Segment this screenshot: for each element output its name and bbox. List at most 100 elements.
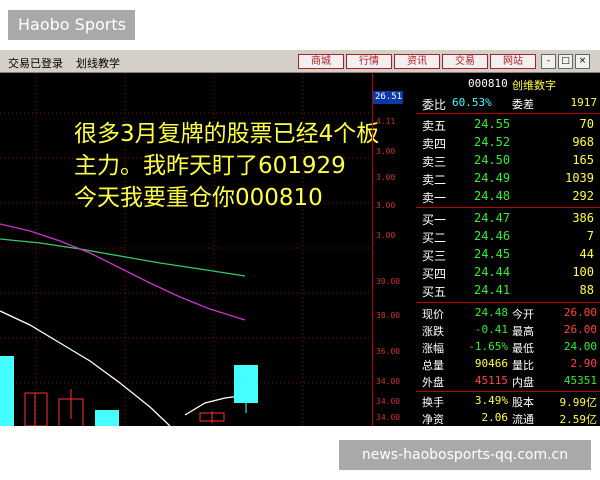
watermark-url: news-haobosports-qq.com.cn	[339, 440, 591, 470]
stat-label: 最低	[512, 342, 534, 355]
stat-label: 涨跌	[422, 325, 444, 338]
stat-row: 总量 90466 量比 2.90	[416, 356, 600, 373]
bid-label: 买一	[422, 213, 447, 227]
stat-label: 现价	[422, 308, 444, 321]
ask-price: 24.48	[474, 189, 511, 203]
stat-value: 45351	[563, 374, 597, 387]
bid-label: 买二	[422, 231, 447, 245]
bid-volume: 100	[572, 265, 594, 279]
news-button[interactable]: 资讯	[394, 54, 440, 69]
stat-value: -0.41	[474, 323, 508, 336]
stat-label: 净资	[422, 413, 444, 426]
stat-value: -1.65%	[468, 340, 508, 353]
bid-row[interactable]: 买四 24.44 100	[416, 264, 600, 282]
axis-tick-label: 34.00	[376, 377, 401, 386]
axis-tick-label: 3.00	[376, 231, 396, 240]
stat-row: 现价 24.48 今开 26.00	[416, 305, 600, 322]
ask-label: 卖一	[422, 191, 447, 205]
stat-row: 净资 2.06 流通 2.59亿	[416, 410, 600, 426]
ratio-label: 委比	[422, 98, 447, 112]
restore-icon[interactable]: □	[558, 54, 573, 69]
divider	[416, 113, 600, 114]
diff-value: 1917	[570, 96, 598, 109]
brand-tag: Haobo Sports	[8, 10, 135, 40]
bid-row[interactable]: 买三 24.45 44	[416, 246, 600, 264]
axis-tick-label: 34.00	[376, 397, 401, 406]
stat-value: 9.99亿	[559, 396, 598, 409]
bid-label: 买四	[422, 267, 447, 281]
ask-label: 卖五	[422, 119, 447, 133]
stat-value: 45115	[474, 374, 508, 387]
order-ratio-row: 委比 60.53% 委差 1917	[416, 95, 600, 113]
divider	[416, 302, 600, 303]
stat-value: 2.90	[570, 357, 598, 370]
quote-panel: 000810 创维数字 委比 60.53% 委差 1917 卖五 24.55 7…	[416, 73, 600, 426]
bid-price: 24.44	[474, 265, 511, 279]
stock-code: 000810	[468, 77, 508, 90]
menu-bar: 交易已登录 划线教学 商城 行情 资讯 交易 网站 - □ ×	[0, 50, 600, 73]
stat-label: 股本	[512, 396, 534, 409]
stat-row: 涨幅 -1.65% 最低 24.00	[416, 339, 600, 356]
stat-label: 涨幅	[422, 342, 444, 355]
current-price-marker: 26.51	[373, 91, 403, 104]
bid-label: 买五	[422, 285, 447, 299]
divider	[416, 207, 600, 208]
mall-button[interactable]: 商城	[298, 54, 344, 69]
stock-name: 创维数字	[512, 79, 556, 92]
bid-row[interactable]: 买五 24.41 88	[416, 282, 600, 300]
quotes-button[interactable]: 行情	[346, 54, 392, 69]
stat-label: 今开	[512, 308, 534, 321]
bid-volume: 44	[579, 247, 594, 261]
ask-volume: 292	[572, 189, 594, 203]
ask-price: 24.50	[474, 153, 511, 167]
ask-row[interactable]: 卖三 24.50 165	[416, 152, 600, 170]
website-button[interactable]: 网站	[490, 54, 536, 69]
ask-row[interactable]: 卖四 24.52 968	[416, 134, 600, 152]
ratio-value: 60.53%	[452, 96, 492, 109]
axis-tick-label: 34.00	[376, 413, 401, 422]
stat-label: 最高	[512, 325, 534, 338]
stat-label: 外盘	[422, 376, 444, 389]
stat-value: 26.00	[563, 306, 597, 319]
ask-volume: 70	[579, 117, 594, 131]
overlay-caption-line: 主力。我昨天盯了601929	[74, 153, 346, 179]
bid-volume: 7	[586, 229, 594, 243]
stat-value: 26.00	[563, 323, 597, 336]
stat-value: 2.59亿	[559, 413, 598, 426]
axis-tick-label: 30.00	[376, 277, 401, 286]
ask-row[interactable]: 卖二 24.49 1039	[416, 170, 600, 188]
ask-price: 24.49	[474, 171, 511, 185]
bid-price: 24.47	[474, 211, 511, 225]
ask-label: 卖三	[422, 155, 447, 169]
bid-row[interactable]: 买一 24.47 386	[416, 210, 600, 228]
menu-trade-login[interactable]: 交易已登录	[8, 55, 63, 71]
close-icon[interactable]: ×	[575, 54, 590, 69]
stat-label: 换手	[422, 396, 444, 409]
ask-row[interactable]: 卖五 24.55 70	[416, 116, 600, 134]
bid-label: 买三	[422, 249, 447, 263]
stat-value: 24.00	[563, 340, 597, 353]
ask-volume: 968	[572, 135, 594, 149]
stat-label: 流通	[512, 413, 534, 426]
minimize-icon[interactable]: -	[541, 54, 556, 69]
ask-price: 24.52	[474, 135, 511, 149]
trading-app-window: 交易已登录 划线教学 商城 行情 资讯 交易 网站 - □ × 很多3月复牌的股…	[0, 50, 600, 426]
stat-row: 涨跌 -0.41 最高 26.00	[416, 322, 600, 339]
ask-price: 24.55	[474, 117, 511, 131]
axis-tick-label: 36.00	[376, 347, 401, 356]
bid-price: 24.41	[474, 283, 511, 297]
menu-drawing-tutorial[interactable]: 划线教学	[76, 55, 120, 71]
ask-volume: 1039	[565, 171, 594, 185]
stat-row: 外盘 45115 内盘 45351	[416, 373, 600, 390]
bid-row[interactable]: 买二 24.46 7	[416, 228, 600, 246]
overlay-caption-line: 很多3月复牌的股票已经4个板	[74, 121, 380, 147]
stat-label: 量比	[512, 359, 534, 372]
ask-row[interactable]: 卖一 24.48 292	[416, 188, 600, 206]
stat-row: 换手 3.49% 股本 9.99亿	[416, 393, 600, 410]
ma-line-magenta	[0, 223, 246, 321]
bid-volume: 88	[579, 283, 594, 297]
trade-button[interactable]: 交易	[442, 54, 488, 69]
price-axis: 26.51 4.11 3.00 3.00 3.00 3.00 30.00 38.…	[372, 73, 416, 426]
stat-value: 3.49%	[474, 394, 508, 407]
bid-volume: 386	[572, 211, 594, 225]
